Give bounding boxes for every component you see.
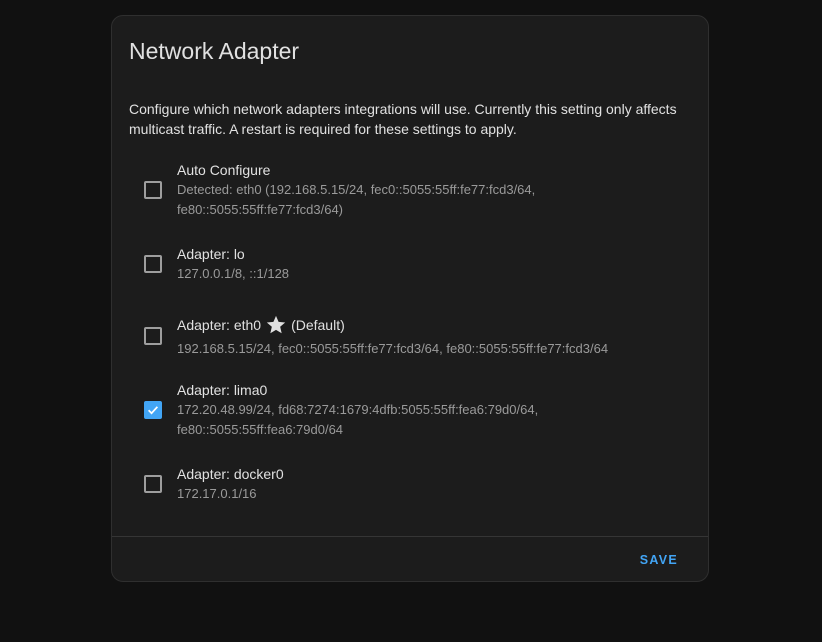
adapter-eth0-label: Adapter: eth0	[177, 317, 262, 333]
auto-configure-label: Auto Configure	[177, 162, 271, 178]
adapter-lo-checkbox[interactable]	[144, 255, 162, 273]
adapter-docker0-text: Adapter: docker0 172.17.0.1/16	[177, 464, 677, 504]
default-tag: (Default)	[291, 317, 345, 333]
adapter-lo-text: Adapter: lo 127.0.0.1/8, ::1/128	[177, 244, 677, 284]
adapter-lima0-detail-line-1: 172.20.48.99/24, fd68:7274:1679:4dfb:505…	[177, 402, 539, 417]
card-title: Network Adapter	[129, 38, 300, 64]
adapter-docker0-detail: 172.17.0.1/16	[177, 486, 257, 501]
checkmark-icon	[148, 406, 159, 415]
adapter-lo-label: Adapter: lo	[177, 246, 245, 262]
star-icon	[266, 315, 286, 334]
save-button[interactable]: SAVE	[628, 543, 690, 577]
auto-configure-detail-line-1: Detected: eth0 (192.168.5.15/24, fec0::5…	[177, 182, 536, 197]
auto-configure-text: Auto Configure Detected: eth0 (192.168.5…	[177, 160, 677, 220]
adapter-eth0-label-row: Adapter: eth0 (Default)	[177, 315, 677, 336]
adapter-lima0-text: Adapter: lima0 172.20.48.99/24, fd68:727…	[177, 380, 677, 440]
auto-configure-detail-line-2: fe80::5055:55ff:fe77:fcd3/64)	[177, 202, 344, 217]
adapter-lo-detail: 127.0.0.1/8, ::1/128	[177, 266, 290, 281]
network-adapter-card: Network Adapter Configure which network …	[111, 15, 709, 582]
adapter-eth0-text: Adapter: eth0 (Default) 192.168.5.15/24, …	[177, 315, 677, 359]
adapter-docker0-checkbox[interactable]	[144, 475, 162, 493]
card-description: Configure which network adapters integra…	[129, 101, 677, 137]
adapter-docker0-label: Adapter: docker0	[177, 466, 284, 482]
adapter-eth0-detail: 192.168.5.15/24, fec0::5055:55ff:fe77:fc…	[177, 340, 609, 356]
adapter-lima0-checkbox[interactable]	[144, 401, 162, 419]
adapter-lima0-detail-line-2: fe80::5055:55ff:fea6:79d0/64	[177, 422, 344, 437]
adapter-lima0-label: Adapter: lima0	[177, 382, 268, 398]
adapter-eth0-checkbox[interactable]	[144, 327, 162, 345]
card-actions-divider	[112, 536, 708, 537]
auto-configure-checkbox[interactable]	[144, 181, 162, 199]
